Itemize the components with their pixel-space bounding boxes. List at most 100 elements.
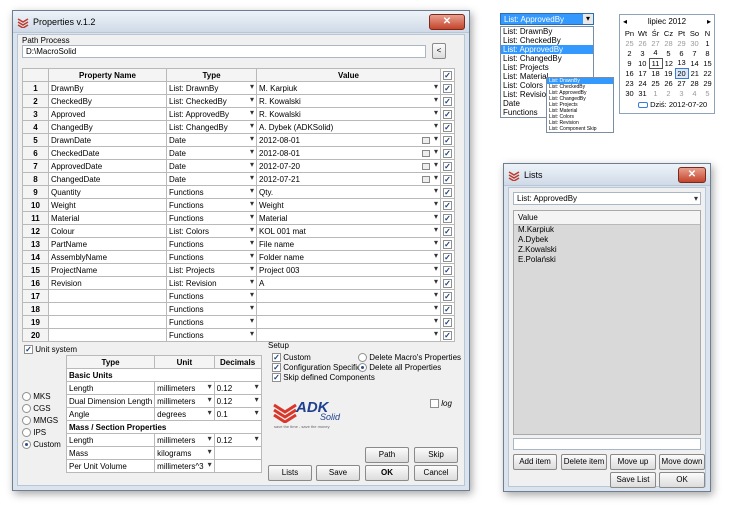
setup-radio[interactable]: Delete Macro's Properties (358, 353, 461, 363)
decimals-select[interactable] (213, 446, 262, 460)
property-name-cell[interactable]: DrawnDate (48, 133, 167, 147)
value-select[interactable]: Folder name (256, 250, 441, 264)
lists-ok-button[interactable]: OK (659, 472, 705, 488)
value-select[interactable]: 2012-07-20 (256, 159, 441, 173)
row-checkbox[interactable]: ✓ (440, 250, 455, 264)
property-name-cell[interactable] (48, 289, 167, 303)
property-name-cell[interactable]: Approved (48, 107, 167, 121)
row-checkbox[interactable]: ✓ (440, 94, 455, 108)
row-checkbox[interactable]: ✓ (440, 159, 455, 173)
type-select[interactable]: Functions (166, 328, 257, 342)
property-name-cell[interactable] (48, 315, 167, 329)
cancel-button[interactable]: Cancel (414, 465, 458, 481)
row-checkbox[interactable]: ✓ (440, 172, 455, 186)
lists-close-button[interactable]: ✕ (678, 166, 706, 183)
calendar-day[interactable]: 25 (623, 38, 636, 48)
property-name-cell[interactable]: Weight (48, 198, 167, 212)
calendar-day[interactable]: 20 (674, 67, 689, 79)
save-list-button[interactable]: Save List (610, 472, 656, 488)
value-select[interactable]: R. Kowalski (256, 107, 441, 121)
value-select[interactable]: Qty. (256, 185, 441, 199)
property-name-cell[interactable]: Material (48, 211, 167, 225)
property-name-cell[interactable]: DrawnBy (48, 81, 167, 95)
property-name-cell[interactable]: Quantity (48, 185, 167, 199)
calendar-day[interactable]: 22 (701, 68, 714, 78)
value-select[interactable] (256, 289, 441, 303)
type-select[interactable]: List: Colors (166, 224, 257, 238)
row-checkbox[interactable]: ✓ (440, 120, 455, 134)
value-select[interactable]: 2012-08-01 (256, 146, 441, 160)
value-select[interactable]: A (256, 276, 441, 290)
calendar-day[interactable]: 11 (648, 57, 663, 69)
calendar-day[interactable]: 30 (688, 38, 701, 48)
type-select[interactable]: Functions (166, 315, 257, 329)
calendar-icon[interactable] (422, 163, 430, 170)
calendar-day[interactable]: 17 (636, 68, 649, 78)
type-select[interactable]: List: Projects (166, 263, 257, 277)
decimals-select[interactable]: 0.12 (213, 381, 262, 395)
row-checkbox[interactable]: ✓ (440, 211, 455, 225)
calendar-day[interactable]: 26 (636, 38, 649, 48)
row-checkbox[interactable]: ✓ (440, 185, 455, 199)
calendar-day[interactable]: 2 (662, 88, 675, 98)
calendar-day[interactable]: 27 (649, 38, 662, 48)
calendar-day[interactable]: 31 (636, 88, 649, 98)
calendar-day[interactable]: 28 (688, 78, 701, 88)
value-select[interactable]: A. Dybek (ADKSolid) (256, 120, 441, 134)
calendar-day[interactable]: 4 (649, 48, 662, 58)
row-checkbox[interactable]: ✓ (440, 81, 455, 95)
property-name-cell[interactable]: ProjectName (48, 263, 167, 277)
dropdown-item[interactable]: List: ChangedBy (501, 54, 593, 63)
calendar-day[interactable]: 9 (623, 58, 636, 68)
decimals-select[interactable] (213, 459, 262, 473)
prev-month-icon[interactable]: ◂ (623, 17, 627, 26)
value-select[interactable]: 2012-07-21 (256, 172, 441, 186)
calendar-day[interactable]: 13 (675, 58, 688, 68)
calendar-day[interactable]: 5 (701, 88, 714, 98)
decimals-select[interactable]: 0.12 (213, 433, 262, 447)
calendar-day[interactable]: 26 (662, 78, 675, 88)
property-name-cell[interactable]: CheckedBy (48, 94, 167, 108)
log-checkbox[interactable]: log (430, 399, 452, 409)
property-name-cell[interactable]: Revision (48, 276, 167, 290)
property-name-cell[interactable]: ApprovedDate (48, 159, 167, 173)
value-select[interactable] (256, 302, 441, 316)
calendar-day[interactable]: 19 (662, 68, 675, 78)
path-button[interactable]: Path (365, 447, 409, 463)
row-checkbox[interactable]: ✓ (440, 224, 455, 238)
col-check-header[interactable]: ✓ (440, 68, 455, 82)
decimals-select[interactable]: 0.1 (213, 407, 262, 421)
calendar-day[interactable]: 3 (636, 48, 649, 58)
unit-select[interactable]: millimeters (154, 394, 215, 408)
value-select[interactable] (256, 328, 441, 342)
calendar-day[interactable]: 25 (649, 78, 662, 88)
value-select[interactable]: KOL 001 mat (256, 224, 441, 238)
calendar-day[interactable]: 28 (662, 38, 675, 48)
list-item[interactable]: A.Dybek (514, 235, 700, 245)
row-checkbox[interactable]: ✓ (440, 276, 455, 290)
value-select[interactable]: Weight (256, 198, 441, 212)
type-select[interactable]: Functions (166, 250, 257, 264)
type-select[interactable]: Functions (166, 185, 257, 199)
unit-system-radio[interactable]: Custom (22, 440, 61, 452)
unit-system-checkbox[interactable]: ✓ Unit system (24, 345, 77, 355)
list-item[interactable]: Z.Kowalski (514, 245, 700, 255)
row-checkbox[interactable]: ✓ (440, 107, 455, 121)
row-checkbox[interactable]: ✓ (440, 263, 455, 277)
dropdown-combo[interactable]: List: ApprovedBy ▾ (500, 13, 594, 25)
path-input[interactable]: D:\MacroSolid (22, 45, 426, 58)
value-select[interactable]: M. Karpiuk (256, 81, 441, 95)
type-select[interactable]: Functions (166, 237, 257, 251)
calendar-day[interactable]: 1 (701, 38, 714, 48)
calendar-day[interactable]: 24 (636, 78, 649, 88)
type-select[interactable]: Functions (166, 198, 257, 212)
property-name-cell[interactable] (48, 328, 167, 342)
unit-select[interactable]: millimeters (154, 381, 215, 395)
move-down-button[interactable]: Move down (659, 454, 705, 470)
calendar-day[interactable]: 21 (688, 68, 701, 78)
property-name-cell[interactable]: AssemblyName (48, 250, 167, 264)
calendar-day[interactable]: 15 (701, 58, 714, 68)
value-select[interactable]: Material (256, 211, 441, 225)
property-name-cell[interactable]: PartName (48, 237, 167, 251)
type-select[interactable]: Date (166, 159, 257, 173)
